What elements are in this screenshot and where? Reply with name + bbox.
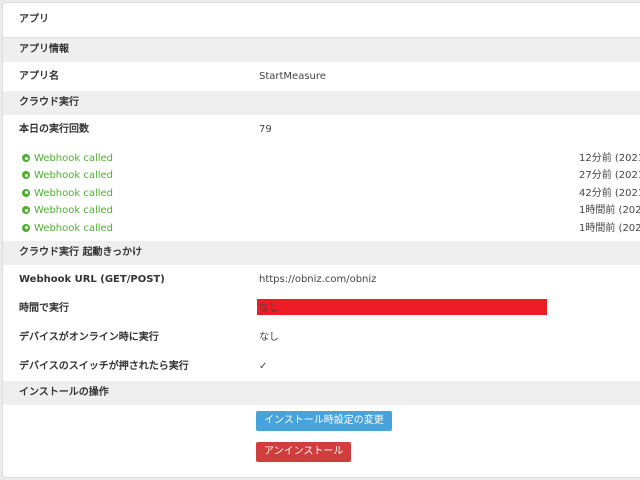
log-item: Webhook called 1時間前 (2021/ (3, 202, 640, 219)
status-ok-icon (22, 206, 30, 215)
online-trigger-label: デバイスがオンライン時に実行 (19, 331, 159, 343)
status-ok-icon (22, 223, 30, 232)
exec-log-list: Webhook called 12分前 (2021/ Webhook calle… (3, 144, 640, 241)
status-ok-icon (22, 188, 30, 197)
switch-trigger-label: デバイスのスイッチが押されたら実行 (19, 360, 189, 372)
time-trigger-row: 時間で実行 なし (3, 294, 640, 323)
uninstall-button[interactable]: アンインストール (256, 442, 352, 462)
webhook-label: Webhook URL (GET/POST) (19, 273, 165, 285)
switch-trigger-row: デバイスのスイッチが押されたら実行 ✓ (3, 352, 640, 381)
log-item: Webhook called 27分前 (2021/ (3, 167, 640, 184)
log-time: 42分前 (2021/ (579, 187, 640, 199)
log-status: Webhook called (22, 150, 113, 167)
app-card: アプリ アプリ情報 アプリ名 StartMeasure クラウド実行 本日の実行… (2, 2, 640, 478)
log-time: 12分前 (2021/ (579, 153, 640, 164)
section-app-info: アプリ情報 (3, 38, 640, 62)
switch-trigger-check: ✓ (259, 360, 268, 372)
log-status-text: Webhook called (34, 205, 114, 217)
log-status-text: Webhook called (34, 222, 114, 234)
log-item: Webhook called 12分前 (2021/ (3, 150, 640, 167)
exec-count-value: 79 (259, 124, 272, 135)
log-item: Webhook called 42分前 (2021/ (3, 185, 640, 202)
online-trigger-value: なし (259, 331, 279, 343)
webhook-row: Webhook URL (GET/POST) https://obniz.com… (3, 265, 640, 315)
log-status: Webhook called (22, 202, 113, 219)
section-cloud-exec: クラウド実行 (3, 91, 640, 115)
log-status-text: Webhook called (34, 153, 114, 164)
webhook-url-text[interactable]: https://obniz.com/obniz (259, 274, 376, 285)
log-status: Webhook called (22, 220, 113, 237)
log-time: 27分前 (2021/ (579, 170, 640, 182)
card-title: アプリ (3, 3, 640, 38)
log-status-text: Webhook called (34, 187, 114, 199)
time-trigger-value: なし (259, 302, 279, 314)
log-time: 1時間前 (2021/ (579, 222, 640, 234)
section-install-ops: インストールの操作 (3, 380, 640, 405)
exec-count-row: 本日の実行回数 79 (3, 115, 640, 144)
exec-count-label: 本日の実行回数 (19, 124, 89, 135)
time-trigger-label: 時間で実行 (19, 302, 69, 314)
status-ok-icon (22, 154, 30, 162)
log-status: Webhook called (22, 167, 113, 184)
section-triggers: クラウド実行 起動きっかけ (3, 240, 640, 265)
online-trigger-row: デバイスがオンライン時に実行 なし (3, 323, 640, 352)
change-install-settings-button[interactable]: インストール時設定の変更 (256, 411, 392, 431)
log-time: 1時間前 (2021/ (579, 205, 640, 217)
status-ok-icon (22, 171, 30, 180)
app-name-row: アプリ名 StartMeasure (3, 62, 640, 91)
log-status-text: Webhook called (34, 170, 114, 182)
app-name-value: StartMeasure (259, 71, 326, 82)
app-name-label: アプリ名 (19, 71, 59, 82)
log-status: Webhook called (22, 185, 113, 202)
log-item: Webhook called 1時間前 (2021/ (3, 220, 640, 237)
